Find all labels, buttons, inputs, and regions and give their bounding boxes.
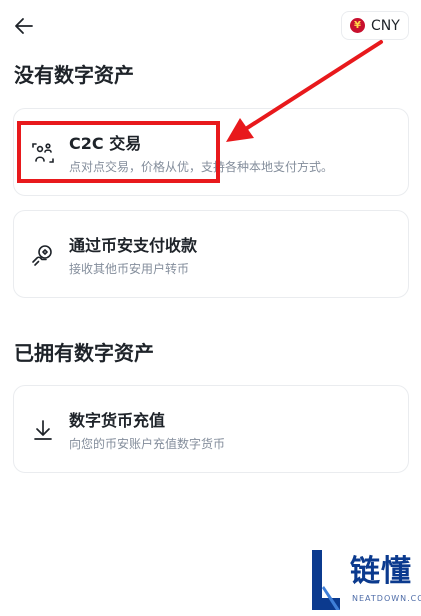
currency-selector[interactable]: ¥ CNY bbox=[341, 11, 409, 40]
pay-receive-icon bbox=[32, 245, 52, 266]
neatdown-logo-icon bbox=[312, 550, 340, 610]
arrow-left-icon bbox=[15, 18, 33, 34]
binance-pay-title: 通过币安支付收款 bbox=[69, 236, 198, 255]
watermark-subtext: NEATDOWN.COM bbox=[352, 594, 421, 603]
crypto-deposit-subtitle: 向您的币安账户充值数字货币 bbox=[69, 437, 226, 451]
crypto-deposit-title: 数字货币充值 bbox=[69, 411, 166, 430]
annotation-arrow-icon bbox=[226, 40, 383, 142]
currency-code: CNY bbox=[371, 17, 400, 34]
c2c-trade-title: C2C 交易 bbox=[69, 134, 142, 153]
binance-pay-subtitle: 接收其他币安用户转币 bbox=[69, 262, 190, 276]
section-title-has-assets: 已拥有数字资产 bbox=[14, 341, 154, 365]
china-flag-icon: ¥ bbox=[350, 18, 365, 33]
back-button[interactable] bbox=[10, 12, 38, 40]
p2p-users-icon bbox=[32, 143, 54, 163]
watermark: 链懂 NEATDOWN.COM bbox=[306, 548, 421, 614]
download-arrow-icon bbox=[34, 420, 52, 440]
crypto-deposit-card[interactable]: 数字货币充值 向您的币安账户充值数字货币 bbox=[13, 385, 409, 473]
binance-pay-receive-card[interactable]: 通过币安支付收款 接收其他币安用户转币 bbox=[13, 210, 409, 298]
section-title-no-assets: 没有数字资产 bbox=[14, 63, 134, 87]
c2c-trade-card[interactable]: C2C 交易 点对点交易，价格从优，支持各种本地支付方式。 bbox=[13, 108, 409, 196]
c2c-trade-subtitle: 点对点交易，价格从优，支持各种本地支付方式。 bbox=[69, 160, 334, 174]
watermark-text: 链懂 bbox=[350, 554, 412, 589]
